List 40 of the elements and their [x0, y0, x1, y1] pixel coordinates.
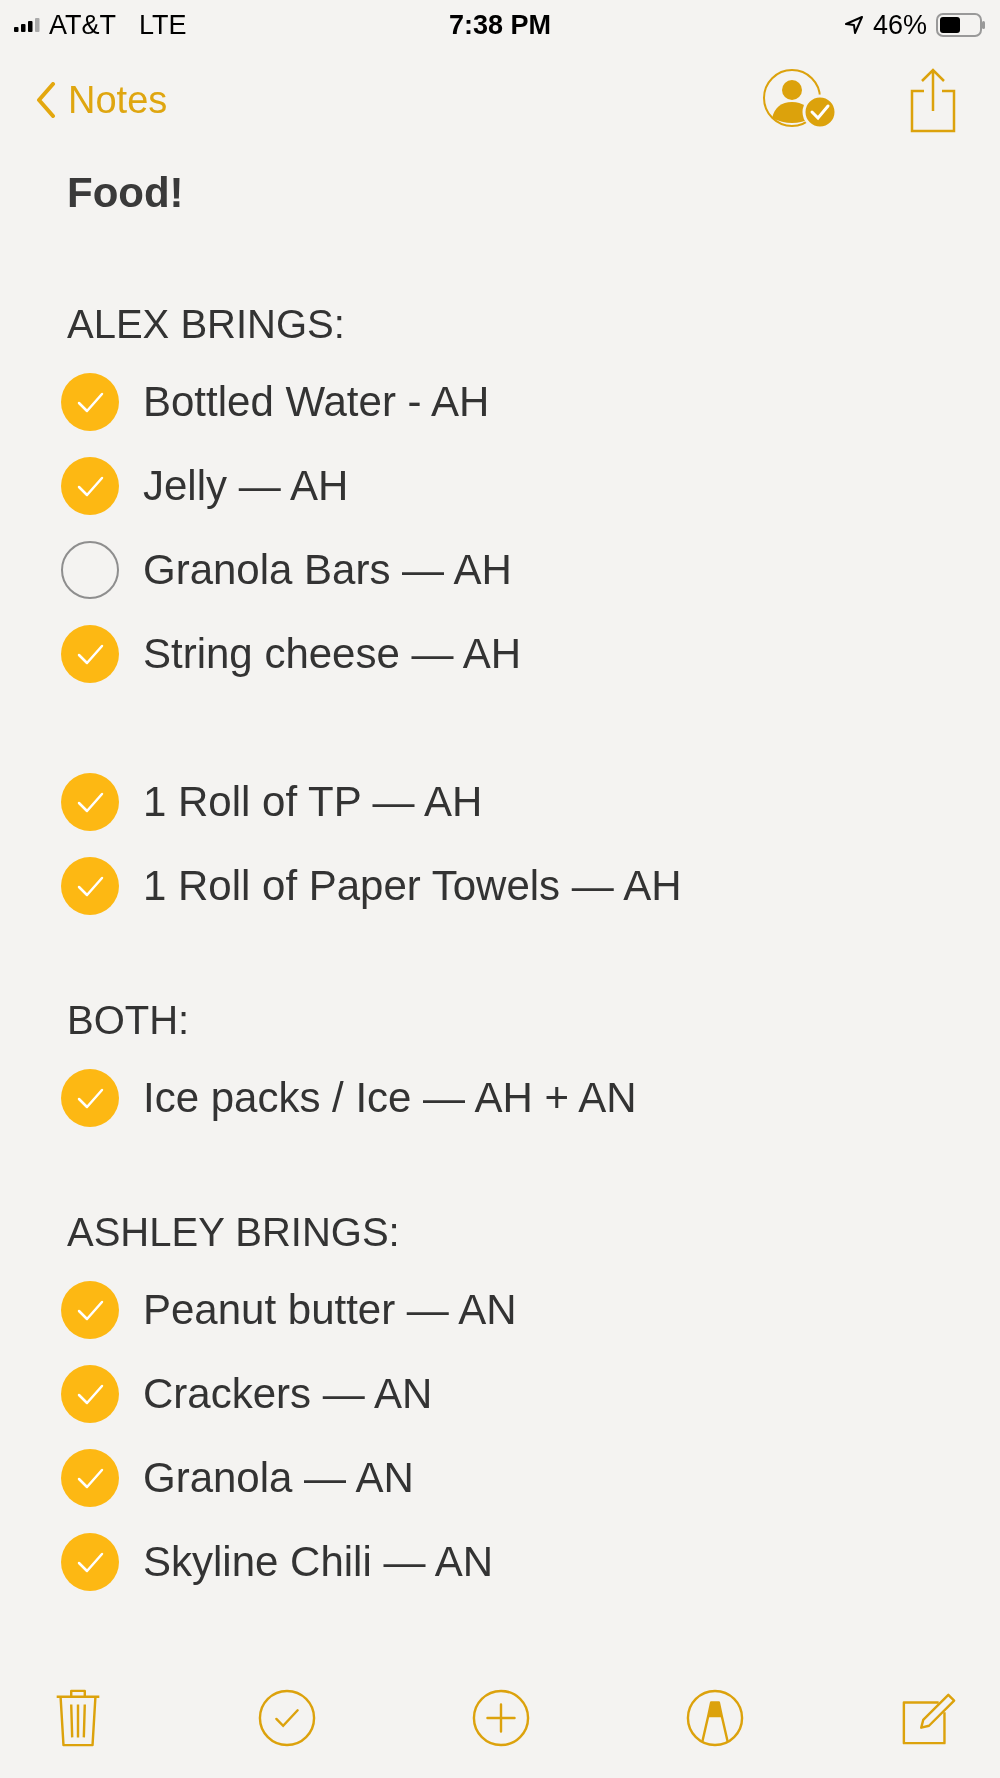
checklist-item: Peanut butter — AN — [143, 1286, 517, 1334]
checked-circle-icon[interactable] — [60, 1364, 120, 1424]
note-title: Food! — [66, 168, 185, 218]
clock-time: 7:38 PM — [449, 9, 551, 41]
checklist-item: 1 Roll of Paper Towels — AH — [143, 862, 682, 910]
checklist-item: Ice packs / Ice — AH + AN — [143, 1074, 637, 1122]
plus-circle-icon[interactable] — [472, 1689, 530, 1747]
checked-circle-icon[interactable] — [60, 624, 120, 684]
section-heading: ASHLEY BRINGS: — [66, 1209, 401, 1256]
checklist-item: Granola Bars — AH — [143, 546, 512, 594]
checked-circle-icon[interactable] — [60, 856, 120, 916]
checked-circle-icon[interactable] — [60, 1448, 120, 1508]
checklist-item: Jelly — AH — [143, 462, 349, 510]
unchecked-circle-icon[interactable] — [60, 540, 120, 600]
checked-circle-icon[interactable] — [60, 1532, 120, 1592]
checked-circle-icon[interactable] — [60, 772, 120, 832]
chevron-left-icon — [36, 82, 56, 118]
markup-pen-icon[interactable] — [686, 1689, 744, 1747]
checklist-item: Granola — AN — [143, 1454, 414, 1502]
checked-circle-icon[interactable] — [60, 456, 120, 516]
checked-circle-icon[interactable] — [60, 372, 120, 432]
checked-circle-icon[interactable] — [60, 1068, 120, 1128]
checked-circle-icon[interactable] — [60, 1280, 120, 1340]
back-button[interactable]: Notes — [36, 78, 168, 122]
battery-icon — [936, 13, 986, 37]
checklist-item: Bottled Water - AH — [143, 378, 490, 426]
checklist-icon[interactable] — [258, 1689, 316, 1747]
network-type: LTE — [139, 9, 187, 41]
checklist-item: Skyline Chili — AN — [143, 1538, 494, 1586]
carrier-name: AT&T — [49, 9, 116, 41]
checklist-item: Crackers — AN — [143, 1370, 433, 1418]
checklist-item: String cheese — AH — [143, 630, 522, 678]
checklist-item: 1 Roll of TP — AH — [143, 778, 483, 826]
trash-icon[interactable] — [54, 1687, 102, 1749]
section-heading: ALEX BRINGS: — [66, 301, 346, 348]
share-icon[interactable] — [908, 67, 958, 133]
section-heading: BOTH: — [66, 997, 191, 1044]
battery-percentage: 46% — [872, 9, 927, 41]
signal-icon — [14, 18, 40, 32]
location-arrow-icon — [843, 15, 864, 35]
